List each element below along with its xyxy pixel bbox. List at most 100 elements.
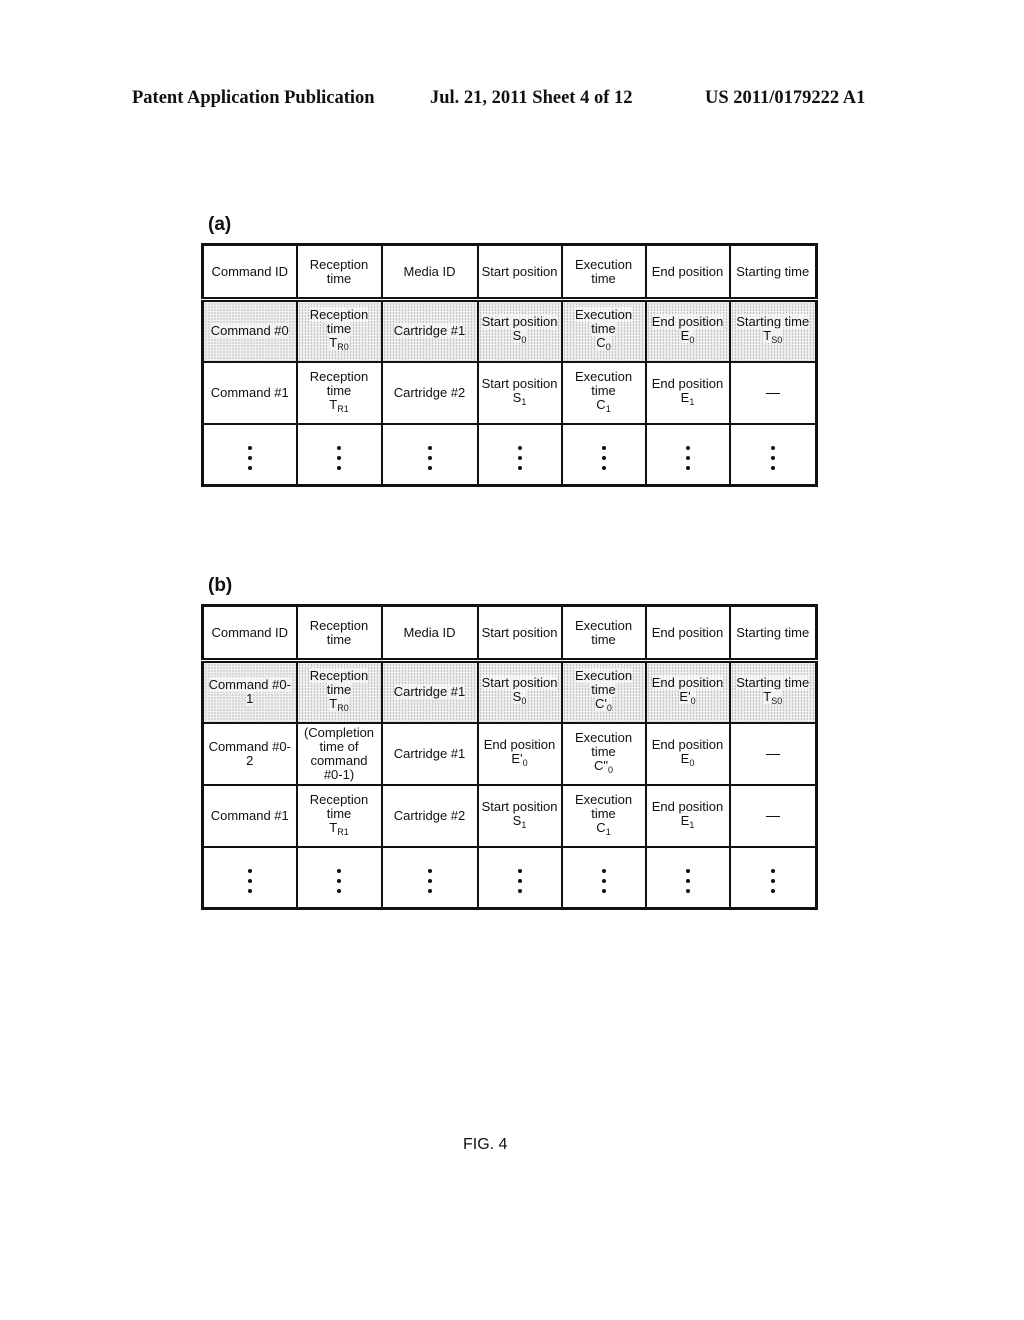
- ellipsis-dot: [337, 455, 341, 460]
- table-cell: [560, 422, 647, 487]
- ellipsis-dot: [337, 868, 341, 873]
- column-header: Execution time: [560, 243, 647, 302]
- table-cell: [201, 845, 298, 910]
- cell-main-text: End position: [651, 675, 724, 691]
- table-row: Command #0-1 Reception time TR0 Cartridge #…: [201, 659, 818, 724]
- cell-main-text: Command #0-1: [208, 677, 291, 707]
- ellipsis-dot: [685, 888, 690, 893]
- symbol-subscript: 0: [522, 757, 528, 768]
- cell-text: Starting time TS0: [736, 675, 810, 706]
- cell-main-text: Start position: [481, 375, 558, 391]
- table-cell: Cartridge #1: [380, 659, 479, 724]
- page-header: Patent Application Publication Jul. 21, …: [0, 88, 1024, 114]
- cell-main-text: Start position: [481, 798, 558, 814]
- table-header-row: Command ID Reception time Media ID Start po…: [201, 604, 818, 663]
- ellipsis-dot: [770, 465, 775, 470]
- symbol-subscript: 0: [608, 764, 614, 775]
- cell-text: (Completion time of command #0-1): [304, 725, 374, 782]
- table-cell: (Completion time of command #0-1): [295, 721, 383, 786]
- symbol-subscript: 0: [689, 335, 695, 346]
- vertical-ellipsis-icon: [770, 868, 775, 893]
- cell-main-text: Command #0: [210, 323, 289, 339]
- cell-main-text: (Completion time of command #0-1): [303, 724, 375, 782]
- cell-text: End position E0: [651, 314, 724, 346]
- ellipsis-dot: [770, 445, 775, 450]
- ellipsis-dot: [517, 455, 522, 460]
- cell-text: Reception time TR1: [309, 368, 369, 414]
- column-header: Starting time: [728, 243, 818, 302]
- cell-main-text: Cartridge #2: [393, 807, 466, 823]
- publication-number: US 2011/0179222 A1: [705, 88, 866, 108]
- command-table-b: Command ID Reception time Media ID Start po…: [201, 604, 818, 910]
- cell-text: Start position S1: [481, 798, 558, 830]
- cell-main-text: Execution time: [574, 307, 633, 337]
- ellipsis-dot: [770, 455, 775, 460]
- column-header: Execution time: [560, 604, 647, 663]
- ellipsis-dot: [247, 888, 252, 893]
- symbol-base: E': [511, 750, 523, 766]
- ellipsis-dot: [685, 465, 690, 470]
- table-cell: Reception time TR0: [295, 298, 383, 363]
- table-cell: Cartridge #1: [380, 298, 479, 363]
- symbol-subscript: 1: [689, 819, 695, 830]
- cell-main-text: Starting time: [736, 314, 810, 330]
- ellipsis-row: [201, 845, 818, 910]
- cell-main-text: Reception time: [309, 368, 369, 398]
- command-table-a: Command ID Reception time Media ID Start po…: [201, 243, 818, 487]
- cell-main-text: Command #1: [210, 384, 289, 400]
- ellipsis-dot: [517, 445, 522, 450]
- ellipsis-dot: [427, 888, 432, 893]
- ellipsis-dot: [685, 868, 690, 873]
- ellipsis-dot: [770, 878, 775, 883]
- cell-text: Cartridge #1: [394, 746, 466, 761]
- ellipsis-dot: [427, 868, 432, 873]
- table-row: Command #1 Reception time TR1 Cartridge #2 S…: [201, 783, 818, 848]
- ellipsis-dot: [601, 455, 606, 460]
- cell-main-text: End position: [651, 798, 724, 814]
- ellipsis-dot: [247, 455, 252, 460]
- ellipsis-dot: [770, 868, 775, 873]
- ellipsis-dot: [601, 868, 606, 873]
- table-cell: Cartridge #2: [380, 360, 479, 425]
- table-cell: Execution time C1: [560, 783, 647, 848]
- symbol-base: C': [595, 696, 607, 712]
- table-cell: Execution time C'0: [560, 659, 647, 724]
- vertical-ellipsis-icon: [427, 868, 432, 893]
- cell-main-text: Reception time: [309, 668, 369, 698]
- table-cell: [644, 422, 731, 487]
- column-header: End position: [644, 243, 731, 302]
- cell-text: Cartridge #1: [393, 684, 466, 700]
- cell-text: Command #1: [211, 385, 289, 400]
- cell-main-text: Execution time: [574, 368, 633, 398]
- table-cell: End position E1: [644, 783, 731, 848]
- vertical-ellipsis-icon: [337, 868, 341, 893]
- symbol-subscript: 0: [605, 342, 611, 353]
- table-cell: [644, 845, 731, 910]
- ellipsis-dot: [601, 445, 606, 450]
- cell-text: End position E0: [652, 737, 724, 768]
- table-cell: Start position S1: [476, 360, 563, 425]
- table-cell: [728, 360, 818, 425]
- table-cell: [728, 783, 818, 848]
- ellipsis-dot: [427, 465, 432, 470]
- cell-text: Command #1: [211, 808, 289, 823]
- cell-main-text: Execution time: [574, 729, 633, 759]
- cell-text: End position E1: [651, 798, 724, 830]
- ellipsis-dot: [427, 878, 432, 883]
- vertical-ellipsis-icon: [601, 445, 606, 470]
- vertical-ellipsis-icon: [770, 445, 775, 470]
- symbol-subscript: 0: [690, 696, 696, 707]
- table-cell: Reception time TR1: [295, 783, 383, 848]
- ellipsis-dot: [517, 878, 522, 883]
- table-cell: [728, 845, 818, 910]
- ellipsis-dot: [247, 465, 252, 470]
- vertical-ellipsis-icon: [685, 445, 690, 470]
- table-cell: [295, 422, 383, 487]
- cell-main-text: Cartridge #1: [393, 684, 466, 700]
- table-header-row: Command ID Reception time Media ID Start po…: [201, 243, 818, 302]
- table-cell: Start position S0: [476, 659, 563, 724]
- cell-text: End position E1: [652, 376, 724, 407]
- publication-title: Patent Application Publication: [132, 88, 375, 108]
- symbol-subscript: 1: [521, 396, 527, 407]
- ellipsis-dot: [247, 868, 252, 873]
